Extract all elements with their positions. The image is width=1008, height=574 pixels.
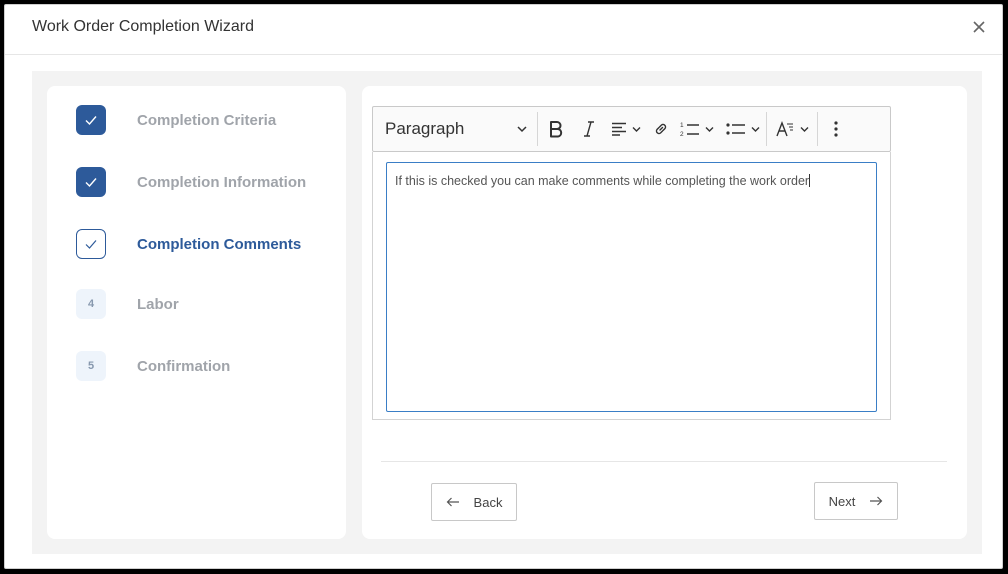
check-icon (85, 240, 97, 249)
step-confirmation[interactable]: 5 Confirmation (76, 350, 336, 382)
close-icon[interactable] (970, 18, 988, 36)
step-label: Completion Comments (137, 235, 302, 253)
step-completion-comments[interactable]: Completion Comments (76, 228, 336, 260)
editor-container: If this is checked you can make comments… (372, 152, 891, 420)
align-left-icon (612, 122, 626, 136)
paragraph-format-dropdown[interactable]: Paragraph (373, 111, 537, 147)
italic-button[interactable] (574, 111, 604, 147)
content-panel: Paragraph 1 2 If this is checked you can… (362, 86, 967, 539)
text-cursor (809, 174, 811, 187)
back-button[interactable]: Back (431, 483, 517, 521)
arrow-left-icon (446, 497, 459, 507)
text-style-icon (776, 121, 793, 137)
wizard-dialog: Work Order Completion Wizard Completion … (4, 4, 1003, 569)
link-button[interactable] (648, 111, 674, 147)
chevron-down-icon (800, 126, 809, 132)
editor-toolbar: Paragraph 1 2 (372, 106, 891, 152)
numbered-list-icon: 1 2 (680, 122, 699, 137)
step-completion-criteria[interactable]: Completion Criteria (76, 104, 336, 136)
chevron-down-icon (632, 126, 641, 132)
step-labor[interactable]: 4 Labor (76, 288, 336, 320)
comment-editor[interactable]: If this is checked you can make comments… (386, 162, 877, 412)
svg-text:1: 1 (680, 122, 684, 129)
dialog-header: Work Order Completion Wizard (5, 5, 1002, 55)
wizard-body: Completion Criteria Completion Informati… (32, 71, 982, 554)
editor-text: If this is checked you can make comments… (395, 174, 810, 188)
more-options-button[interactable] (818, 111, 854, 147)
italic-icon (584, 121, 594, 137)
bulleted-list-icon (726, 123, 745, 135)
next-button[interactable]: Next (814, 482, 898, 520)
text-style-dropdown[interactable] (767, 111, 817, 147)
step-done-marker (76, 105, 106, 135)
bulleted-list-dropdown[interactable] (720, 111, 766, 147)
step-label: Labor (137, 295, 179, 313)
step-completion-information[interactable]: Completion Information (76, 166, 336, 198)
chevron-down-icon (705, 126, 714, 132)
numbered-list-dropdown[interactable]: 1 2 (674, 111, 720, 147)
more-vertical-icon (834, 121, 838, 137)
check-icon (85, 178, 97, 188)
check-icon (85, 116, 97, 126)
alignment-dropdown[interactable] (604, 111, 648, 147)
link-icon (655, 123, 667, 135)
dialog-title: Work Order Completion Wizard (32, 18, 254, 35)
step-done-marker (76, 167, 106, 197)
step-label: Completion Criteria (137, 111, 277, 129)
arrow-right-icon (870, 496, 883, 506)
step-current-marker (76, 229, 106, 259)
steps-panel: Completion Criteria Completion Informati… (47, 86, 346, 539)
bold-icon (550, 121, 563, 138)
chevron-down-icon (751, 126, 760, 132)
paragraph-format-label: Paragraph (385, 119, 465, 138)
svg-text:2: 2 (680, 131, 684, 137)
step-number: 4 (76, 289, 106, 319)
back-button-label: Back (473, 494, 503, 510)
chevron-down-icon (517, 126, 527, 133)
footer-divider (381, 461, 947, 462)
next-button-label: Next (828, 493, 856, 509)
bold-button[interactable] (538, 111, 574, 147)
step-label: Completion Information (137, 173, 307, 191)
step-number: 5 (76, 351, 106, 381)
step-label: Confirmation (137, 357, 231, 375)
